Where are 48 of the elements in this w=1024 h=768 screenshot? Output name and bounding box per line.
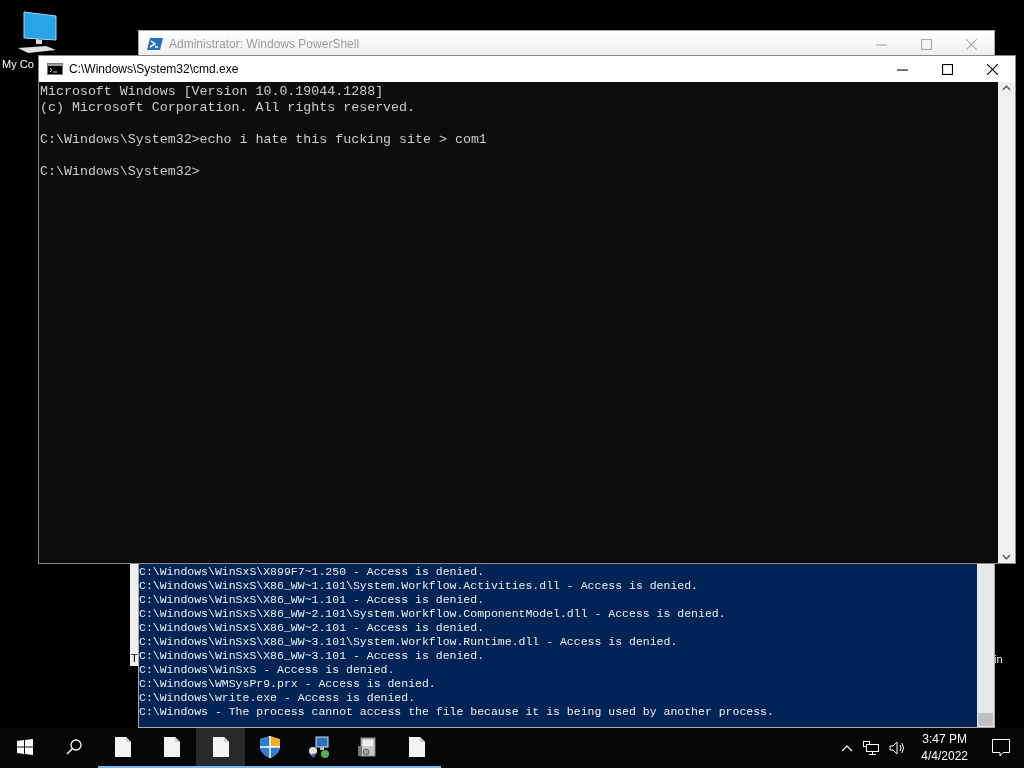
- console-line: C:\Windows\WinSxS\X86_WW~1.101 - Access is denied.: [139, 593, 486, 607]
- scroll-down-icon[interactable]: [1002, 554, 1011, 560]
- console-line: C:\Windows\write.exe - Access is denied.: [139, 691, 417, 705]
- console-line: C:\Windows\WinSxS\X86_WW~2.101\System.Workflow.ComponentModel.dll - Access is denied.: [139, 607, 727, 621]
- powershell-icon: [147, 37, 163, 51]
- document-icon[interactable]: [408, 737, 425, 757]
- window-text-fragment: in: [994, 653, 1003, 665]
- close-icon: [987, 63, 998, 75]
- console-line: C:\Windows\System32>echo i hate this fucking site > com1: [40, 132, 488, 148]
- computer-icon[interactable]: [16, 10, 60, 54]
- scrollbar[interactable]: [998, 82, 1015, 563]
- maximize-icon: [942, 63, 953, 75]
- console-line: (c) Microsoft Corporation. All rights reserved.: [40, 100, 417, 116]
- console-line: Microsoft Windows [Version 10.0.19044.1288]: [40, 84, 385, 100]
- document-icon[interactable]: [212, 737, 229, 757]
- windows-logo-icon[interactable]: [16, 739, 33, 755]
- close-icon: [966, 38, 977, 50]
- console-line: C:\Windows - The process cannot access the file because it is being used by another process.: [139, 705, 775, 719]
- network-icon[interactable]: [863, 741, 880, 755]
- console-line: C:\Windows\WMSysPr9.prx - Access is denied.: [139, 677, 437, 691]
- taskbar-button[interactable]: [196, 728, 245, 768]
- console-line: C:\Windows\WinSxS\X86_WW~3.101 - Access is denied.: [139, 649, 486, 663]
- console-line: C:\Windows\WinSxS\X899F7~1.250 - Access is denied.: [139, 565, 486, 579]
- clock-date: 4/4/2022: [921, 748, 968, 765]
- shield-icon[interactable]: [259, 736, 280, 758]
- notification-icon[interactable]: [992, 739, 1010, 757]
- console-line: C:\Windows\WinSxS\X86_WW~2.101 - Access is denied.: [139, 621, 486, 635]
- document-icon[interactable]: [114, 737, 131, 757]
- maximize-icon: [921, 38, 932, 50]
- console-line: C:\Windows\WinSxS\X86_WW~1.101\System.Workflow.Activities.dll - Access is denied.: [139, 579, 699, 593]
- clock-time: 3:47 PM: [922, 731, 967, 748]
- search-icon[interactable]: [65, 739, 82, 755]
- document-icon[interactable]: [163, 737, 180, 757]
- cabinet-icon[interactable]: [357, 736, 378, 758]
- console-icon: [47, 63, 63, 75]
- scrollbar[interactable]: [977, 562, 994, 727]
- console-line: C:\Windows\WinSxS - Access is denied.: [139, 663, 396, 677]
- console-line: C:\Windows\System32>: [40, 164, 201, 180]
- scrollbar-thumb[interactable]: [978, 713, 993, 726]
- computer-network-icon[interactable]: [307, 736, 330, 758]
- clock[interactable]: 3:47 PM 4/4/2022: [917, 731, 978, 765]
- chevron-up-icon[interactable]: [841, 744, 854, 752]
- scroll-up-icon[interactable]: [1002, 85, 1011, 91]
- console-line: C:\Windows\WinSxS\X86_WW~3.101\System.Workflow.Runtime.dll - Access is denied.: [139, 635, 679, 649]
- window-text-fragment: T: [130, 652, 138, 666]
- window-title: C:\Windows\System32\cmd.exe: [69, 62, 240, 76]
- desktop-icon-label[interactable]: My Co: [2, 58, 34, 70]
- window-title: Administrator: Windows PowerShell: [169, 37, 361, 51]
